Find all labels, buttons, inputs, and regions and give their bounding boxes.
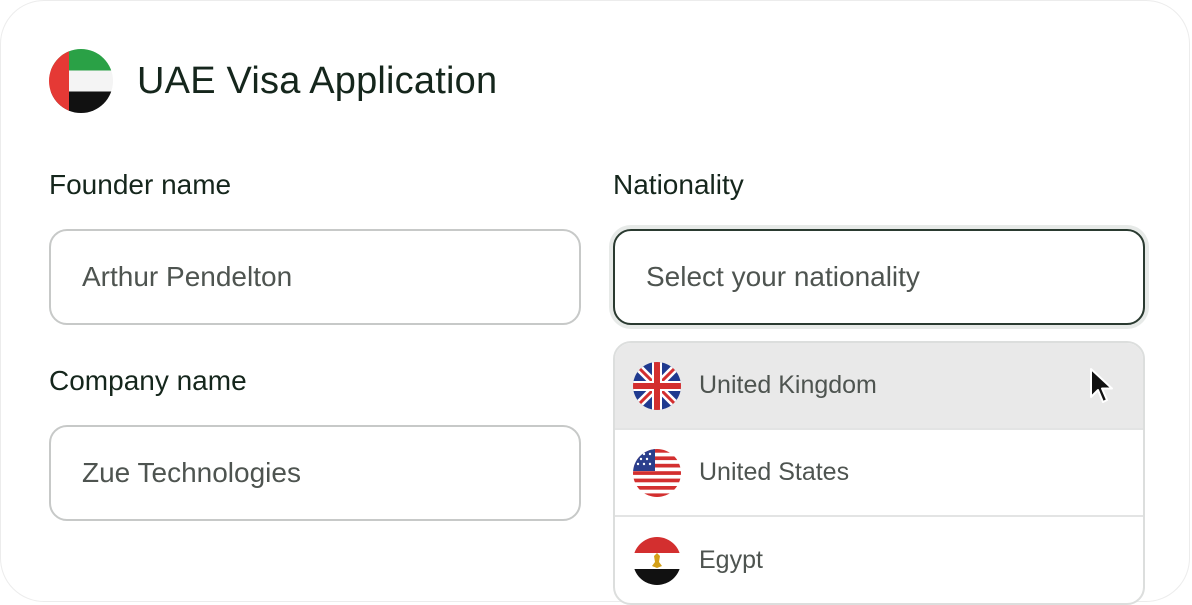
option-united-states[interactable]: United States [615,430,1143,517]
nationality-select[interactable]: Select your nationality [613,229,1145,325]
founder-name-input[interactable] [82,261,579,293]
option-label: Egypt [699,546,763,574]
company-name-label: Company name [49,365,247,396]
founder-name-field[interactable] [49,229,581,325]
nationality-dropdown: United Kingdom United States Egypt [613,341,1145,605]
page-title: UAE Visa Application [137,59,498,102]
uk-flag-icon [633,361,681,410]
nationality-label: Nationality [613,169,744,200]
egypt-flag-icon [633,536,681,585]
us-flag-icon [633,448,681,497]
company-name-field[interactable] [49,425,581,521]
mouse-pointer-icon [1090,368,1113,403]
founder-name-label: Founder name [49,169,232,200]
option-label: United Kingdom [699,371,877,399]
header: UAE Visa Application [49,49,497,113]
company-name-input[interactable] [82,457,579,489]
option-label: United States [699,458,850,486]
visa-application-card: UAE Visa Application Founder name Compan… [0,0,1190,605]
option-egypt[interactable]: Egypt [615,517,1143,603]
option-united-kingdom[interactable]: United Kingdom [615,343,1143,430]
nationality-placeholder: Select your nationality [646,261,920,292]
uae-flag-icon [49,49,113,113]
